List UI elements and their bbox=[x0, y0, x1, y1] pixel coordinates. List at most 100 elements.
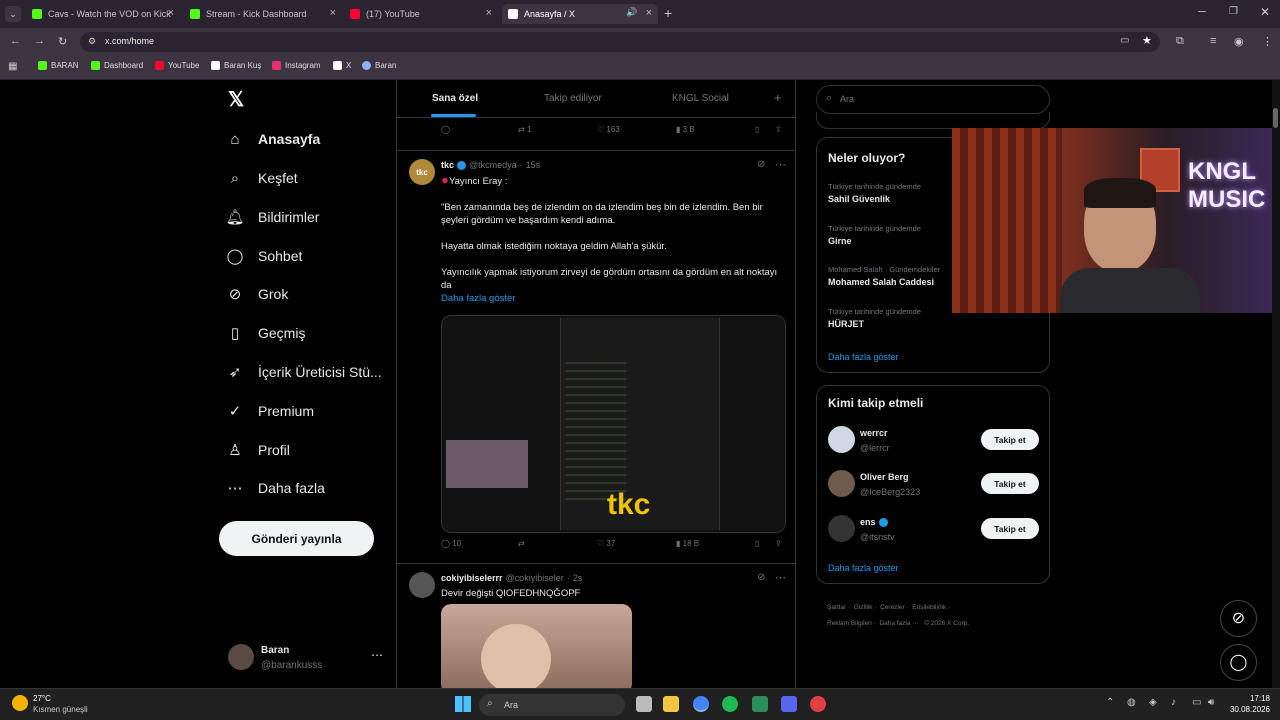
nav-bookmarks[interactable]: ▯ Geçmiş bbox=[220, 319, 306, 347]
grok-icon[interactable]: ⊘ bbox=[757, 159, 765, 170]
tab-search-button[interactable]: ⌄ bbox=[5, 6, 21, 22]
tab-for-you[interactable]: Sana özel bbox=[432, 93, 478, 104]
scrollbar-thumb[interactable] bbox=[1273, 108, 1278, 128]
start-icon[interactable] bbox=[455, 696, 471, 712]
more-icon[interactable]: ⋯ bbox=[775, 158, 786, 171]
network-icon[interactable]: ▭ bbox=[1192, 697, 1201, 708]
retweet-icon[interactable]: ⇄ bbox=[518, 539, 525, 548]
tweet[interactable]: cokiyibiselerrr @cokiyibiseler · 2s ⊘ ⋯ … bbox=[397, 564, 795, 688]
tweet[interactable]: tkc tkc @tkcmedya · 15s ⊘ ⋯ ✹Yayıncı Era… bbox=[397, 151, 795, 563]
chrome-icon[interactable] bbox=[693, 696, 709, 712]
footer-link[interactable]: Şartlar bbox=[827, 604, 846, 611]
restore-icon[interactable]: ❐ bbox=[1229, 6, 1238, 17]
more-icon[interactable]: ⋯ bbox=[371, 648, 383, 662]
cast-icon[interactable]: ▭ bbox=[1120, 35, 1129, 46]
taskbar-search[interactable]: ⌕ Ara bbox=[479, 694, 625, 716]
close-icon[interactable]: × bbox=[486, 7, 492, 19]
author-name[interactable]: cokiyibiselerrr bbox=[441, 573, 503, 583]
profile-icon[interactable]: ◉ bbox=[1234, 35, 1244, 48]
trend-item[interactable]: Türkiye tarihinde gündemde Sahil Güvenli… bbox=[828, 182, 921, 204]
bookmark-item[interactable]: Instagram bbox=[272, 61, 321, 70]
close-icon[interactable]: × bbox=[168, 7, 174, 19]
weather-temp[interactable]: 27°C bbox=[33, 694, 51, 703]
show-more-link[interactable]: Daha fazla göster bbox=[441, 292, 783, 305]
avatar[interactable] bbox=[828, 515, 855, 542]
search-field[interactable]: ⌕ Ara bbox=[816, 85, 1050, 114]
nav-grok[interactable]: ⊘ Grok bbox=[220, 280, 289, 308]
forward-icon[interactable]: → bbox=[34, 35, 45, 47]
like-icon[interactable]: ♡ 163 bbox=[597, 125, 620, 134]
retweet-icon[interactable]: ⇄ 1 bbox=[518, 125, 531, 134]
app-icon[interactable] bbox=[810, 696, 826, 712]
avatar[interactable] bbox=[828, 470, 855, 497]
views-icon[interactable]: ▮ 18 B bbox=[676, 539, 699, 548]
tray-discord-icon[interactable]: ◈ bbox=[1149, 697, 1157, 708]
tab-following[interactable]: Takip ediliyor bbox=[544, 93, 602, 104]
trend-item[interactable]: Mohamed Salah · Gündemdekiler Mohamed Sa… bbox=[828, 265, 940, 287]
footer-link[interactable]: Reklam Bilgileri bbox=[827, 620, 872, 627]
grok-fab[interactable]: ⊘ bbox=[1220, 600, 1257, 637]
follow-button[interactable]: Takip et bbox=[981, 518, 1039, 539]
footer-link[interactable]: Gizlilik bbox=[854, 604, 873, 611]
reload-icon[interactable]: ↻ bbox=[58, 35, 67, 48]
bookmark-icon[interactable]: ▯ bbox=[755, 125, 759, 134]
tray-app-icon[interactable]: ◍ bbox=[1127, 697, 1136, 708]
nav-home[interactable]: ⌂ Anasayfa bbox=[220, 125, 320, 153]
nav-more[interactable]: ⋯ Daha fazla bbox=[220, 474, 325, 502]
tweet-media[interactable]: tkc bbox=[441, 315, 786, 533]
like-icon[interactable]: ♡ 37 bbox=[597, 539, 615, 548]
site-info-icon[interactable]: ⚙ bbox=[88, 36, 96, 47]
url-field[interactable]: ⚙ x.com/home ▭ ★ bbox=[80, 32, 1160, 52]
file-explorer-icon[interactable] bbox=[663, 696, 679, 712]
trends-show-more[interactable]: Daha fazla göster bbox=[828, 352, 899, 362]
follow-button[interactable]: Takip et bbox=[981, 429, 1039, 450]
tweet-time[interactable]: 15s bbox=[526, 160, 541, 170]
bookmark-item[interactable]: BARAN bbox=[38, 61, 79, 70]
spotify-icon[interactable] bbox=[722, 696, 738, 712]
nav-creator-studio[interactable]: ➶ İçerik Üreticisi Stü... bbox=[220, 358, 382, 386]
new-tab-button[interactable]: + bbox=[664, 5, 672, 21]
views-icon[interactable]: ▮ 3 B bbox=[676, 125, 695, 134]
discord-icon[interactable] bbox=[781, 696, 797, 712]
bookmark-item[interactable]: Dashboard bbox=[91, 61, 143, 70]
post-button[interactable]: Gönderi yayınla bbox=[219, 521, 374, 556]
close-icon[interactable]: × bbox=[330, 7, 336, 19]
footer-link[interactable]: Erişilebilirlik bbox=[912, 604, 946, 611]
footer-link[interactable]: Çerezler bbox=[880, 604, 905, 611]
close-icon[interactable]: × bbox=[646, 7, 652, 19]
more-icon[interactable]: ⋯ bbox=[775, 571, 786, 584]
bookmark-item[interactable]: X bbox=[333, 61, 351, 70]
suggest-name[interactable]: ens bbox=[860, 517, 876, 527]
back-icon[interactable]: ← bbox=[10, 35, 21, 47]
bookmark-item[interactable]: Baran bbox=[362, 61, 396, 70]
follow-button[interactable]: Takip et bbox=[981, 473, 1039, 494]
tab-kngl-social[interactable]: KNGL Social bbox=[672, 93, 729, 104]
suggest-name[interactable]: werrcr bbox=[860, 428, 888, 438]
bookmark-item[interactable]: YouTube bbox=[155, 61, 199, 70]
tweet-time[interactable]: 2s bbox=[573, 573, 583, 583]
weather-desc[interactable]: Kısmen güneşli bbox=[33, 705, 88, 714]
star-icon[interactable]: ★ bbox=[1142, 34, 1152, 47]
nav-chat[interactable]: ◯ Sohbet bbox=[220, 242, 303, 270]
chat-fab[interactable]: ◯ bbox=[1220, 644, 1257, 681]
task-view-icon[interactable] bbox=[636, 696, 652, 712]
avatar[interactable] bbox=[409, 572, 435, 598]
microphone-icon[interactable]: ♪ bbox=[1171, 697, 1176, 708]
account-switcher[interactable]: Baran @barankusss ⋯ bbox=[224, 640, 388, 676]
author-handle[interactable]: @cokiyibiseler bbox=[506, 573, 564, 583]
volume-icon[interactable]: 🔊︎ bbox=[1208, 697, 1214, 708]
browser-tab-youtube[interactable]: (17) YouTube × bbox=[344, 4, 498, 24]
trend-item[interactable]: Türkiye tarihinde gündemde Girne bbox=[828, 224, 921, 246]
nav-explore[interactable]: ⌕ Keşfet bbox=[220, 164, 298, 192]
clock[interactable]: 17:18 30.08.2026 bbox=[1226, 694, 1270, 714]
window-close-icon[interactable]: ✕ bbox=[1260, 5, 1270, 19]
extensions-icon[interactable]: ⧉ bbox=[1176, 35, 1184, 48]
grok-icon[interactable]: ⊘ bbox=[757, 572, 765, 583]
nav-premium[interactable]: ✓ Premium bbox=[220, 397, 314, 425]
author-name[interactable]: tkc bbox=[441, 160, 454, 170]
footer-link[interactable]: Daha fazla ··· bbox=[879, 620, 918, 627]
nav-profile[interactable]: ♙ Profil bbox=[220, 436, 290, 464]
bookmark-icon[interactable]: ▯ bbox=[755, 539, 759, 548]
nav-notifications[interactable]: 🔔︎ Bildirimler bbox=[220, 203, 319, 231]
add-tab-icon[interactable]: + bbox=[774, 90, 782, 105]
